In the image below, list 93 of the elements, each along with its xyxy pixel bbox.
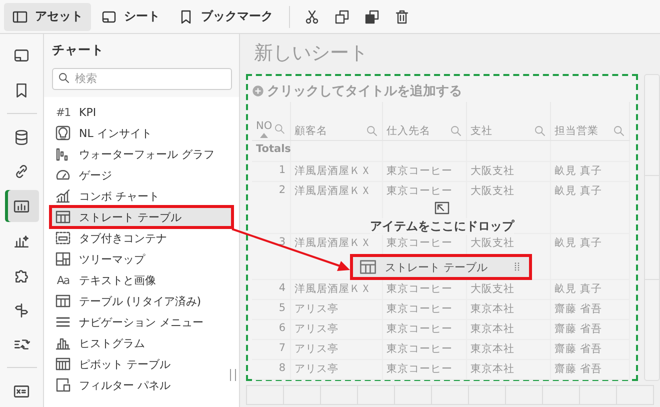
table-cell: アリス亭 [294,343,338,355]
table-cell: 東京コーヒー [386,363,452,375]
table-cell: 畝見 真子 [554,185,602,197]
table-cell: 2 [278,184,286,196]
scissors-icon [304,8,320,24]
table-cell: 齋藤 省吾 [554,303,602,315]
chart-list-item[interactable]: Aa テキストと画像 [51,270,232,290]
search-field[interactable]: 検索 [52,68,232,90]
chart-list-item[interactable]: ヒストグラム [51,333,232,353]
table-cell: 大阪支社 [470,185,514,197]
table-cell: 畝見 真子 [554,237,602,249]
table-cell: 東京本社 [470,343,514,355]
signpost-icon [13,302,30,319]
table-cell: 齋藤 省吾 [554,323,602,335]
treemap-icon [55,251,71,267]
dragged-item[interactable]: ストレート テーブル [350,254,532,280]
toolbar-tab[interactable]: アセット [4,2,91,30]
chart-list-item[interactable]: コンボ チャート [51,186,232,206]
table-cell: 8 [278,362,286,374]
table-cell: 大阪支社 [470,237,514,249]
chart-list-item[interactable]: ゲージ [51,165,232,185]
table-cell: アリス亭 [294,323,338,335]
glyph-icon: Aa [55,274,71,286]
table-cell: 東京コーヒー [386,303,452,315]
copy-icon [334,8,350,24]
table-cell: 7 [278,342,286,354]
panel-title: チャート [52,42,105,59]
link-icon [13,163,30,180]
chart-list-item[interactable]: ナビゲーション メニュー [51,312,232,332]
chart-list-item[interactable]: フィルター パネル [51,375,232,395]
table-cell: 東京本社 [470,363,514,375]
pivot-table-icon [55,356,71,372]
table-cell: 大阪支社 [470,283,514,295]
bar-chart-icon [13,198,30,215]
toolbar-tab[interactable]: シート [93,2,168,30]
chart-list-item[interactable]: ウォーターフォール グラフ [51,144,232,164]
table-icon [55,209,71,225]
table-cell: アリス亭 [294,363,338,375]
chart-list-item[interactable]: ピボット テーブル [51,354,232,374]
table-icon [359,258,377,276]
chart-list-item[interactable]: NL インサイト [51,123,232,143]
table-cell: 洋風居酒屋ＫＸ [294,185,372,197]
table-cell: 齋藤 省吾 [554,363,602,375]
resize-handle[interactable] [230,369,236,381]
table-cell: 3 [278,236,286,248]
drop-target-icon [434,200,450,216]
tabbed-container-icon [55,230,71,246]
rail-button[interactable] [4,190,38,222]
table-cell: 東京コーヒー [386,185,452,197]
combo-chart-icon [55,188,71,204]
panel-icon [12,8,28,24]
table-cell: 東京コーヒー [386,283,452,295]
drop-hint: アイテムをここにドロップ [370,218,514,235]
drop-zone[interactable] [246,74,638,381]
plus-circle-icon [252,85,264,97]
chart-list-item[interactable]: テーブル (リタイア済み) [51,291,232,311]
table-cell: 1 [278,164,286,176]
filter-panel-icon [55,377,71,393]
table-cell: 大阪支社 [470,165,514,177]
toolbar-tab[interactable]: ブックマーク [170,2,281,30]
table-cell: 東京コーヒー [386,323,452,335]
table-cell: 畝見 真子 [554,165,602,177]
database-icon [13,128,30,146]
trash-icon [394,8,410,24]
table-cell: 5 [278,302,286,314]
chart-list-item[interactable]: タブ付きコンテナ [51,228,232,248]
chart-list-item[interactable]: ツリーマップ [51,249,232,269]
table-cell: 4 [278,282,286,294]
sheet-icon [13,47,30,64]
variable-icon [13,382,30,400]
table-cell: 東京コーヒー [386,237,452,249]
table-cell: アリス亭 [294,303,338,315]
chart-list-item[interactable]: #1 KPI [51,102,232,122]
table-cell: 洋風居酒屋ＫＸ [294,283,372,295]
chart-list-item[interactable]: ストレート テーブル [51,207,232,227]
table-cell: 齋藤 省吾 [554,343,602,355]
table-icon [55,293,71,309]
totals-label: Totals [256,143,291,155]
table-cell: 洋風居酒屋ＫＸ [294,237,372,249]
table-cell: 東京本社 [470,323,514,335]
table-cell: 東京コーヒー [386,165,452,177]
table-cell: 畝見 真子 [554,283,602,295]
sort-arrow-icon [260,133,268,138]
menu-icon [55,314,71,330]
lightbulb-icon [55,125,71,141]
sheet-icon [101,8,117,24]
table-cell: 東京本社 [470,303,514,315]
glyph-icon: #1 [55,106,71,118]
table-cell: 洋風居酒屋ＫＸ [294,165,372,177]
table-title: クリックしてタイトルを追加する [267,83,462,100]
table-cell: 東京コーヒー [386,343,452,355]
duplicate-icon [364,8,380,24]
table-cell: 6 [278,322,286,334]
